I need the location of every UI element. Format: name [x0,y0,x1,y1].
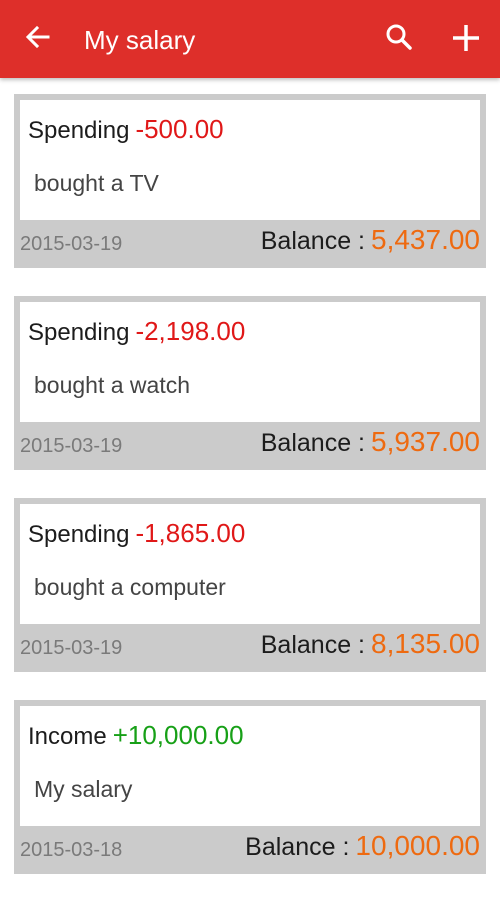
balance-label: Balance : [260,429,365,457]
record-type: Spending [28,521,130,548]
record-heading: Spending -1,865.00 [28,518,245,549]
record-amount: -1,865.00 [135,518,246,548]
back-button[interactable] [22,23,54,55]
record-date: 2015-03-19 [20,233,123,255]
record-card[interactable]: Spending -2,198.00 bought a watch 2015-03… [14,296,486,470]
record-type: Income [28,723,107,750]
balance-value: 5,437.00 [371,224,480,255]
balance-label: Balance : [245,833,350,861]
record-balance: Balance :5,437.00 [261,224,480,256]
record-note: bought a computer [34,574,226,600]
record-card[interactable]: Spending -1,865.00 bought a computer 2015… [14,498,486,672]
record-balance: Balance :10,000.00 [245,830,480,862]
record-amount: -500.00 [135,114,224,144]
balance-label: Balance : [260,631,365,659]
balance-value: 8,135.00 [371,628,480,659]
record-balance: Balance :8,135.00 [261,628,480,660]
page-title: My salary [84,25,196,55]
record-date: 2015-03-18 [20,839,123,861]
add-record-button[interactable] [448,22,484,58]
record-note: bought a watch [34,372,191,398]
record-balance: Balance :5,937.00 [261,426,480,458]
record-type: Spending [28,319,130,346]
record-heading: Spending -500.00 [28,114,224,145]
record-type: Spending [28,117,130,144]
app-bar: My salary [0,0,500,78]
record-heading: Income +10,000.00 [28,720,244,751]
record-body: Income +10,000.00 My salary [20,706,480,826]
search-button[interactable] [382,22,416,56]
record-body: Spending -2,198.00 bought a watch [20,302,480,422]
record-note: bought a TV [34,170,159,196]
record-card[interactable]: Spending -500.00 bought a TV 2015-03-19 B… [14,94,486,268]
search-icon [385,23,413,56]
record-body: Spending -1,865.00 bought a computer [20,504,480,624]
records-list: Spending -500.00 bought a TV 2015-03-19 B… [14,94,486,902]
record-date: 2015-03-19 [20,435,123,457]
record-body: Spending -500.00 bought a TV [20,100,480,220]
record-note: My salary [34,776,133,802]
record-date: 2015-03-19 [20,637,123,659]
plus-icon [450,22,482,59]
record-card[interactable]: Income +10,000.00 My salary 2015-03-18 Ba… [14,700,486,874]
balance-label: Balance : [260,227,365,255]
balance-value: 10,000.00 [355,830,480,861]
record-amount: +10,000.00 [112,720,244,750]
balance-value: 5,937.00 [371,426,480,457]
arrow-back-icon [24,23,52,56]
record-amount: -2,198.00 [135,316,246,346]
record-heading: Spending -2,198.00 [28,316,245,347]
